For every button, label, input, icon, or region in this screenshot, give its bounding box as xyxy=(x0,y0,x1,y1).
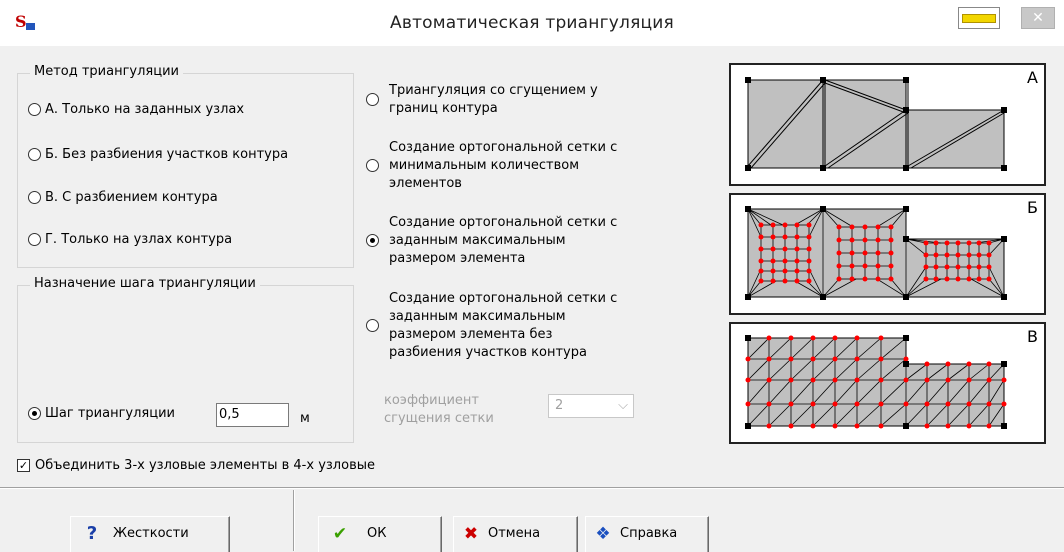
help-button-label: Справка xyxy=(620,526,678,541)
density-label: коэффициент сгущения сетки xyxy=(384,393,494,426)
mesh-preview-v xyxy=(745,335,1007,429)
radio-button[interactable] xyxy=(28,191,41,204)
radio-button[interactable] xyxy=(28,148,41,161)
radio-button[interactable] xyxy=(366,159,379,172)
radio-button[interactable] xyxy=(366,93,379,106)
option-ortho-max-size-label: Создание ортогональной сетки с заданным … xyxy=(389,215,618,266)
method-option-v-label: В. С разбиением контура xyxy=(45,190,218,205)
check-icon: ✔ xyxy=(332,524,348,544)
method-group-title: Метод триангуляции xyxy=(30,64,183,79)
button-bar-separator xyxy=(0,487,1064,489)
step-radio[interactable]: Шаг триангуляции xyxy=(28,405,175,423)
cross-icon: ✖ xyxy=(463,524,479,544)
close-button[interactable]: ✕ xyxy=(1021,7,1055,29)
option-boundary-refinement-label: Триангуляция со сгущением у границ конту… xyxy=(389,83,598,116)
density-select[interactable]: 2 ⌵ xyxy=(548,394,634,418)
radio-button[interactable] xyxy=(28,407,41,420)
method-option-g-label: Г. Только на узлах контура xyxy=(45,232,233,247)
option-ortho-min-elements[interactable]: Создание ортогональной сетки с минимальн… xyxy=(366,139,617,193)
stiffness-button-label: Жесткости xyxy=(113,526,189,541)
mesh-preview-a xyxy=(745,77,1007,171)
window-title: Автоматическая триангуляция xyxy=(390,13,674,33)
stiffness-button[interactable]: ? Жесткости xyxy=(70,516,230,552)
ruler-icon[interactable] xyxy=(958,7,1000,29)
option-ortho-min-elements-label: Создание ортогональной сетки с минимальн… xyxy=(389,140,618,191)
preview-b: Б xyxy=(729,193,1046,315)
preview-b-letter: Б xyxy=(1027,198,1038,217)
option-ortho-max-size-no-split[interactable]: Создание ортогональной сетки с заданным … xyxy=(366,290,617,362)
option-ortho-max-size-no-split-label: Создание ортогональной сетки с заданным … xyxy=(389,291,618,360)
help-book-icon: ❖ xyxy=(595,524,611,544)
ok-button[interactable]: ✔ ОК xyxy=(318,516,442,552)
merge-checkbox-label: Объединить 3-х узловые элементы в 4-х уз… xyxy=(35,458,375,473)
method-option-g[interactable]: Г. Только на узлах контура xyxy=(28,231,232,249)
cancel-button-label: Отмена xyxy=(488,526,541,541)
title-bar: S Автоматическая триангуляция ✕ xyxy=(0,0,1064,46)
step-group-title: Назначение шага триангуляции xyxy=(30,276,260,291)
button-bar-divider xyxy=(293,490,295,551)
density-value: 2 xyxy=(555,398,564,413)
ok-button-label: ОК xyxy=(367,526,387,541)
option-ortho-max-size[interactable]: Создание ортогональной сетки с заданным … xyxy=(366,214,617,268)
step-input[interactable]: 0,5 xyxy=(216,403,289,427)
chevron-down-icon: ⌵ xyxy=(618,398,628,413)
method-option-b[interactable]: Б. Без разбиения участков контура xyxy=(28,146,288,164)
step-label: Шаг триангуляции xyxy=(45,406,175,421)
method-option-v[interactable]: В. С разбиением контура xyxy=(28,189,218,207)
method-option-b-label: Б. Без разбиения участков контура xyxy=(45,147,289,162)
step-unit: м xyxy=(300,411,310,426)
help-button[interactable]: ❖ Справка xyxy=(585,516,709,552)
preview-a: А xyxy=(729,63,1046,186)
mesh-preview-b xyxy=(745,206,1007,300)
cancel-button[interactable]: ✖ Отмена xyxy=(453,516,578,552)
method-option-a[interactable]: А. Только на заданных узлах xyxy=(28,101,244,119)
preview-v-letter: В xyxy=(1027,327,1038,346)
question-icon: ? xyxy=(86,523,98,544)
radio-button[interactable] xyxy=(28,103,41,116)
option-boundary-refinement[interactable]: Триангуляция со сгущением у границ конту… xyxy=(366,82,598,118)
radio-button[interactable] xyxy=(366,234,379,247)
radio-button[interactable] xyxy=(28,233,41,246)
preview-a-letter: А xyxy=(1027,68,1038,87)
method-option-a-label: А. Только на заданных узлах xyxy=(45,102,245,117)
merge-checkbox[interactable]: ✓ xyxy=(17,459,30,472)
radio-button[interactable] xyxy=(366,319,379,332)
preview-v: В xyxy=(729,322,1046,444)
